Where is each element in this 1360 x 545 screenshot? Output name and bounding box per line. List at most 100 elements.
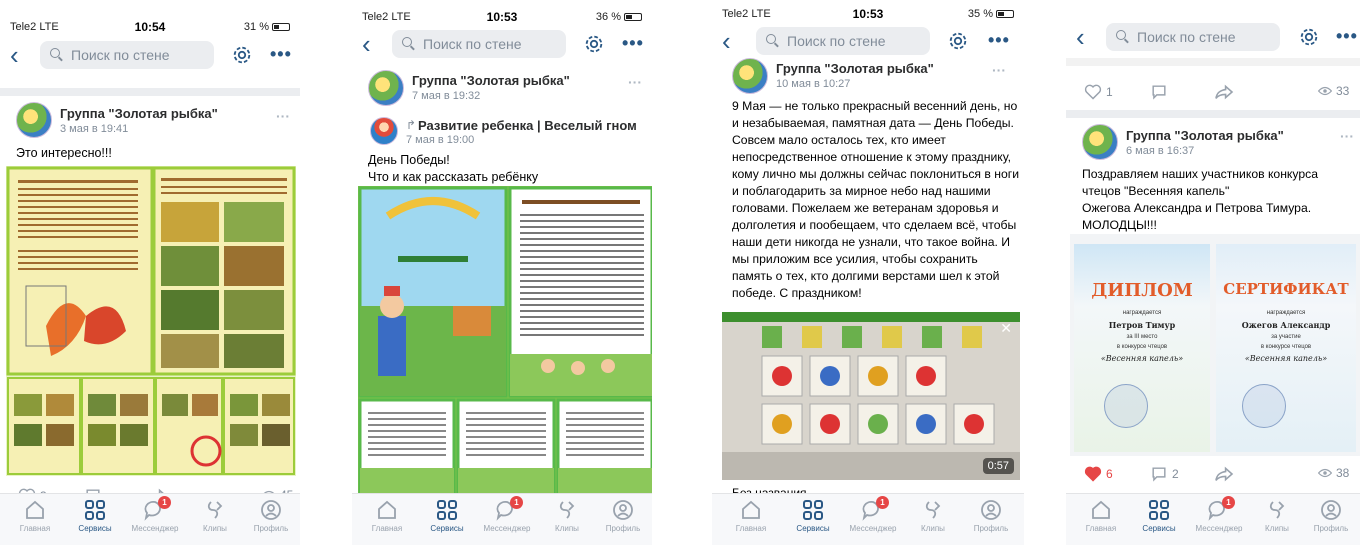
post-more-icon[interactable]: ··· (1340, 128, 1354, 144)
diploma-awarded: награждается (1122, 310, 1162, 316)
search-icon (1116, 30, 1130, 44)
profile-icon (981, 500, 1001, 520)
tab-profile-label: Профиль (605, 524, 641, 533)
certificate-participation: за участие (1271, 334, 1301, 340)
tab-services[interactable]: Сервисы (66, 498, 124, 533)
post-more-icon[interactable]: ··· (276, 108, 290, 124)
tab-messenger[interactable]: 1 Мессенджер (844, 496, 902, 533)
tab-profile[interactable]: Профиль (594, 498, 652, 533)
heart-icon (1084, 84, 1102, 100)
like-button[interactable]: 1 (1084, 84, 1113, 100)
post-date[interactable]: 6 мая в 16:37 (1126, 145, 1194, 157)
gear-icon[interactable] (1298, 26, 1320, 48)
prev-post-actions: 1 33 (1066, 84, 1360, 108)
certificate-name: Ожегов Александр (1241, 320, 1331, 330)
mute-icon[interactable]: ✕ (1000, 320, 1012, 337)
view-count: 33 (1336, 84, 1350, 98)
back-icon[interactable]: ‹ (722, 28, 731, 54)
search-icon (766, 34, 780, 48)
gear-icon[interactable] (231, 44, 253, 66)
more-icon[interactable]: ••• (622, 33, 644, 54)
tab-clips[interactable]: Клипы (1248, 498, 1306, 533)
repost-author[interactable]: Развитие ребенка | Веселый гном (418, 118, 637, 133)
post-author[interactable]: Группа "Золотая рыбка" (1126, 128, 1284, 143)
share-button[interactable] (1214, 84, 1234, 100)
gear-icon[interactable] (947, 30, 969, 52)
battery-status: 35 % (968, 8, 1014, 20)
avatar[interactable] (368, 70, 404, 106)
video-player[interactable]: ✕ 0:57 (722, 312, 1020, 480)
tab-home[interactable]: Главная (1072, 498, 1130, 533)
repost-avatar[interactable] (370, 117, 398, 145)
tab-profile-label: Профиль (1313, 524, 1349, 533)
tab-services[interactable]: Сервисы (784, 498, 842, 533)
back-icon[interactable]: ‹ (10, 42, 19, 68)
more-icon[interactable]: ••• (988, 30, 1010, 51)
diploma-title: ДИПЛОМ (1091, 280, 1193, 301)
gear-icon[interactable] (583, 33, 605, 55)
comment-count: 2 (1172, 467, 1179, 481)
avatar[interactable] (16, 102, 52, 138)
diploma-contest-name: «Весенняя капель» (1100, 354, 1184, 363)
post-more-icon[interactable]: ··· (628, 74, 642, 90)
back-icon[interactable]: ‹ (362, 31, 371, 57)
tab-messenger[interactable]: 1 Мессенджер (1190, 496, 1248, 533)
tab-messenger-label: Мессенджер (1195, 524, 1243, 533)
tab-messenger[interactable]: 1 Мессенджер (126, 496, 184, 533)
post-more-icon[interactable]: ··· (992, 62, 1006, 78)
status-bar: Tele2 LTE 10:53 36 % (352, 6, 652, 28)
post-date[interactable]: 7 мая в 19:32 (412, 90, 480, 102)
tab-clips[interactable]: Клипы (186, 498, 244, 533)
back-icon[interactable]: ‹ (1076, 24, 1085, 50)
post-text: 9 Мая — не только прекрасный весенний де… (732, 99, 1020, 300)
tab-profile[interactable]: Профиль (242, 498, 300, 533)
tab-home[interactable]: Главная (6, 498, 64, 533)
tab-profile[interactable]: Профиль (1302, 498, 1360, 533)
repost-date[interactable]: 7 мая в 19:00 (406, 134, 474, 146)
bottom-tab-bar: Главная Сервисы 1 Мессенджер Клипы Профи… (0, 493, 300, 545)
home-icon (378, 500, 396, 519)
search-input[interactable]: Поиск по стене (392, 30, 566, 58)
status-bar: Tele2 LTE 10:53 35 % (712, 3, 1024, 25)
battery-icon (996, 10, 1014, 18)
battery-status: 31 % (244, 21, 290, 33)
tab-services[interactable]: Сервисы (418, 498, 476, 533)
diploma-place: за III место (1126, 334, 1158, 340)
share-button[interactable] (1214, 466, 1234, 482)
search-input[interactable]: Поиск по стене (756, 27, 930, 55)
certificate-contest-name: «Весенняя капель» (1244, 354, 1328, 363)
tab-clips[interactable]: Клипы (538, 498, 596, 533)
post-date[interactable]: 3 мая в 19:41 (60, 123, 128, 135)
tab-services[interactable]: Сервисы (1130, 498, 1188, 533)
tab-profile[interactable]: Профиль (962, 498, 1020, 533)
wall-header: ‹ Поиск по стене ••• (712, 24, 1024, 58)
post-image-diplomas[interactable]: ДИПЛОМ награждается Петров Тимур за III … (1070, 234, 1360, 456)
like-count: 6 (1106, 467, 1113, 481)
comment-button[interactable] (1150, 84, 1168, 100)
comment-icon (1152, 467, 1166, 482)
tab-home[interactable]: Главная (358, 498, 416, 533)
stamp (1242, 384, 1286, 428)
messenger-badge: 1 (510, 496, 523, 509)
avatar[interactable] (732, 58, 768, 94)
home-icon (26, 500, 44, 519)
tab-clips[interactable]: Клипы (904, 498, 962, 533)
post-date[interactable]: 10 мая в 10:27 (776, 78, 850, 90)
more-icon[interactable]: ••• (1336, 26, 1358, 47)
share-icon (1215, 466, 1234, 482)
post-image-victory-day[interactable] (358, 186, 652, 498)
more-icon[interactable]: ••• (270, 44, 292, 65)
avatar[interactable] (1082, 124, 1118, 160)
tab-messenger[interactable]: 1 Мессенджер (478, 496, 536, 533)
search-input[interactable]: Поиск по стене (40, 41, 214, 69)
like-button[interactable]: 6 (1084, 466, 1113, 482)
post-author[interactable]: Группа "Золотая рыбка" (60, 106, 218, 121)
post-image-insects[interactable] (6, 166, 296, 476)
post-author[interactable]: Группа "Золотая рыбка" (776, 61, 934, 76)
view-counter: 33 (1318, 84, 1349, 98)
search-input[interactable]: Поиск по стене (1106, 23, 1280, 51)
post-author[interactable]: Группа "Золотая рыбка" (412, 73, 570, 88)
tab-home[interactable]: Главная (722, 498, 780, 533)
search-placeholder: Поиск по стене (71, 47, 170, 63)
comment-button[interactable]: 2 (1150, 466, 1179, 482)
